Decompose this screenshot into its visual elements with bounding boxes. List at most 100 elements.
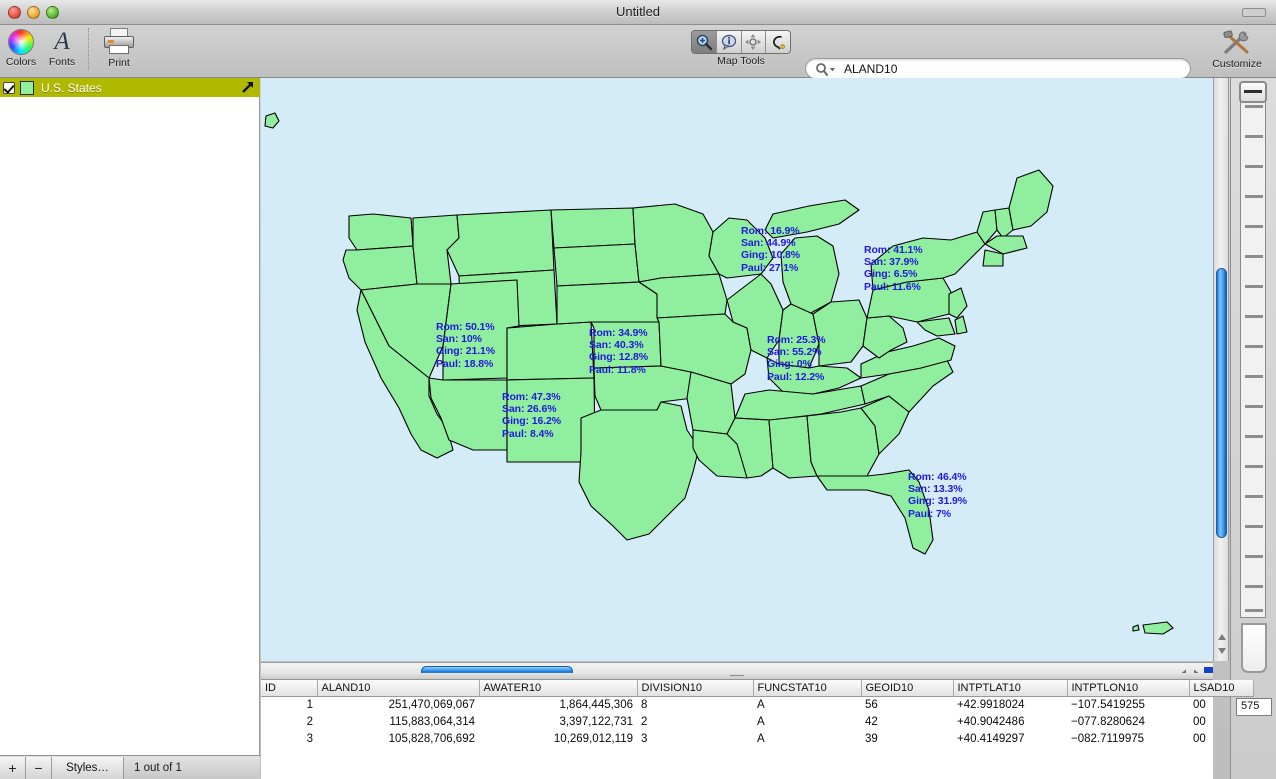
table-header-row: ID ALAND10 AWATER10 DIVISION10 FUNCSTAT1… xyxy=(261,680,1254,697)
cell-awater10: 1,864,445,306 xyxy=(559,699,633,712)
column-header-funcstat10[interactable]: FUNCSTAT10 xyxy=(753,680,862,697)
zoom-slider-thumb[interactable] xyxy=(1239,81,1267,103)
select-tool-button[interactable] xyxy=(766,31,790,53)
map-label-3-line-1: San: 40.3% xyxy=(589,339,644,352)
cell-aland10: 251,470,069,067 xyxy=(388,699,475,712)
customize-button[interactable]: Customize xyxy=(1206,27,1268,70)
printer-icon xyxy=(102,28,136,56)
colors-label: Colors xyxy=(5,56,37,68)
column-header-geoid10[interactable]: GEOID10 xyxy=(861,680,954,697)
map-label-5-line-2: Ging: 16.2% xyxy=(502,415,561,428)
wrench-hammer-icon xyxy=(1221,29,1253,57)
cell-intptlon10: −077.8280624 xyxy=(1071,716,1145,728)
layer-visibility-checkbox[interactable] xyxy=(3,81,15,94)
title-bar: Untitled xyxy=(0,0,1276,25)
map-label-3-line-2: Ging: 12.8% xyxy=(589,351,648,364)
font-a-icon: A xyxy=(54,28,70,55)
map-tools-group: Map Tools xyxy=(691,27,791,67)
map-label-5-line-1: San: 26.6% xyxy=(502,403,557,416)
column-header-intptlon10[interactable]: INTPTLON10 xyxy=(1067,680,1190,697)
search-icon[interactable] xyxy=(815,62,839,77)
layer-color-swatch[interactable] xyxy=(20,80,34,95)
map-label-6-line-0: Rom: 46.4% xyxy=(908,471,967,483)
cell-geoid10: 42 xyxy=(865,716,878,728)
filter-search-field[interactable]: ALAND10 xyxy=(805,58,1191,79)
map-label-0-line-1: San: 44.9% xyxy=(741,237,796,250)
customize-label: Customize xyxy=(1212,58,1262,70)
cell-lsad10: 00 xyxy=(1193,733,1206,745)
cell-funcstat10: A xyxy=(757,699,765,712)
pan-move-icon xyxy=(745,34,762,50)
cell-aland10: 105,828,706,692 xyxy=(388,733,475,745)
column-header-awater10[interactable]: AWATER10 xyxy=(479,680,638,697)
cell-lsad10: 00 xyxy=(1193,699,1206,712)
table-row[interactable]: 3 105,828,706,692 10,269,012,119 3 A 39 … xyxy=(261,731,1253,748)
styles-button[interactable]: Styles… xyxy=(52,756,124,779)
column-header-lsad10[interactable]: LSAD10 xyxy=(1189,680,1254,697)
map-canvas[interactable]: Rom: 16.9% San: 44.9% Ging: 10.8% Paul: … xyxy=(261,78,1213,661)
map-label-2: Rom: 50.1% San: 10% Ging: 21.1% Paul: 18… xyxy=(436,321,495,370)
remove-layer-button[interactable]: − xyxy=(26,756,52,779)
toolbar-separator xyxy=(88,28,89,70)
cell-awater10: 10,269,012,119 xyxy=(553,733,633,745)
info-tool-button[interactable] xyxy=(716,31,742,53)
table-row[interactable]: 2 115,883,064,314 3,397,122,731 2 A 42 +… xyxy=(261,714,1253,731)
column-header-aland10[interactable]: ALAND10 xyxy=(317,680,480,697)
cell-id: 2 xyxy=(306,716,313,728)
layer-row-us-states[interactable]: U.S. States xyxy=(0,78,260,97)
map-label-4-line-0: Rom: 25.3% xyxy=(767,334,826,346)
toolbar-toggle-button[interactable] xyxy=(1242,8,1266,17)
us-states-map[interactable] xyxy=(261,78,1213,661)
colors-button[interactable]: Colors xyxy=(4,27,38,68)
map-label-3-line-0: Rom: 34.9% xyxy=(589,327,648,339)
cell-division10: 2 xyxy=(641,716,648,728)
cell-lsad10: 00 xyxy=(1193,716,1206,728)
cell-id: 1 xyxy=(306,699,313,712)
map-tools-label: Map Tools xyxy=(717,55,765,67)
add-layer-button[interactable]: + xyxy=(0,756,26,779)
map-vertical-scrollbar[interactable] xyxy=(1213,78,1229,661)
map-label-6: Rom: 46.4% San: 13.3% Ging: 31.9% Paul: … xyxy=(908,471,967,520)
map-label-3-line-3: Paul: 11.8% xyxy=(589,363,646,376)
map-label-2-line-3: Paul: 18.8% xyxy=(436,357,494,370)
cell-intptlat10: +40.4149297 xyxy=(957,733,1025,745)
print-label: Print xyxy=(108,57,130,69)
zoom-tool-button[interactable] xyxy=(692,31,717,53)
scroll-up-icon[interactable] xyxy=(1217,629,1227,640)
cell-funcstat10: A xyxy=(757,733,765,745)
table-row[interactable]: 1 251,470,069,067 1,864,445,306 8 A 56 +… xyxy=(261,697,1253,714)
pan-tool-button[interactable] xyxy=(741,31,767,53)
map-label-0-line-2: Ging: 10.8% xyxy=(741,249,800,262)
cell-aland10: 115,883,064,314 xyxy=(389,716,475,728)
attribute-table-grid: ID ALAND10 AWATER10 DIVISION10 FUNCSTAT1… xyxy=(261,680,1254,748)
cell-intptlat10: +42.9918024 xyxy=(957,699,1025,712)
window-title: Untitled xyxy=(615,4,661,19)
info-bubble-icon xyxy=(721,34,736,51)
map-label-2-line-2: Ging: 21.1% xyxy=(436,345,495,358)
layer-expand-icon[interactable] xyxy=(240,80,255,95)
cell-geoid10: 39 xyxy=(865,733,878,745)
table-resize-handle[interactable] xyxy=(261,673,1213,679)
column-header-id[interactable]: ID xyxy=(261,680,318,697)
fonts-label: Fonts xyxy=(48,56,76,68)
fonts-button[interactable]: A Fonts xyxy=(44,27,80,69)
filter-search-value: ALAND10 xyxy=(844,62,898,76)
map-label-6-line-1: San: 13.3% xyxy=(908,483,963,496)
map-label-6-line-3: Paul: 7% xyxy=(908,507,951,520)
map-label-4-line-3: Paul: 12.2% xyxy=(767,370,825,383)
print-button[interactable]: Print xyxy=(96,27,142,69)
application-window: Untitled Colors A Fonts Print Map Tools … xyxy=(0,0,1276,779)
scroll-down-icon[interactable] xyxy=(1217,643,1227,654)
magnifier-plus-icon xyxy=(696,34,713,51)
column-header-intptlat10[interactable]: INTPTLAT10 xyxy=(953,680,1068,697)
map-label-5: Rom: 47.3% San: 26.6% Ging: 16.2% Paul: … xyxy=(502,391,561,440)
toolbar: Colors A Fonts Print Map Tools ALAND10 C… xyxy=(0,25,1276,100)
map-label-4: Rom: 25.3% San: 55.2% Ging: 0% Paul: 12.… xyxy=(767,334,826,383)
zoom-bottom-handle[interactable] xyxy=(1241,623,1267,673)
map-label-0-line-0: Rom: 16.9% xyxy=(741,225,800,237)
map-vertical-scrollbar-thumb[interactable] xyxy=(1216,268,1227,538)
sidebar-bottom-bar: + − Styles… 1 out of 1 xyxy=(0,755,260,779)
map-label-1-line-2: Ging: 6.5% xyxy=(864,268,918,281)
zoom-slider-track[interactable] xyxy=(1240,88,1266,618)
column-header-division10[interactable]: DIVISION10 xyxy=(637,680,754,697)
